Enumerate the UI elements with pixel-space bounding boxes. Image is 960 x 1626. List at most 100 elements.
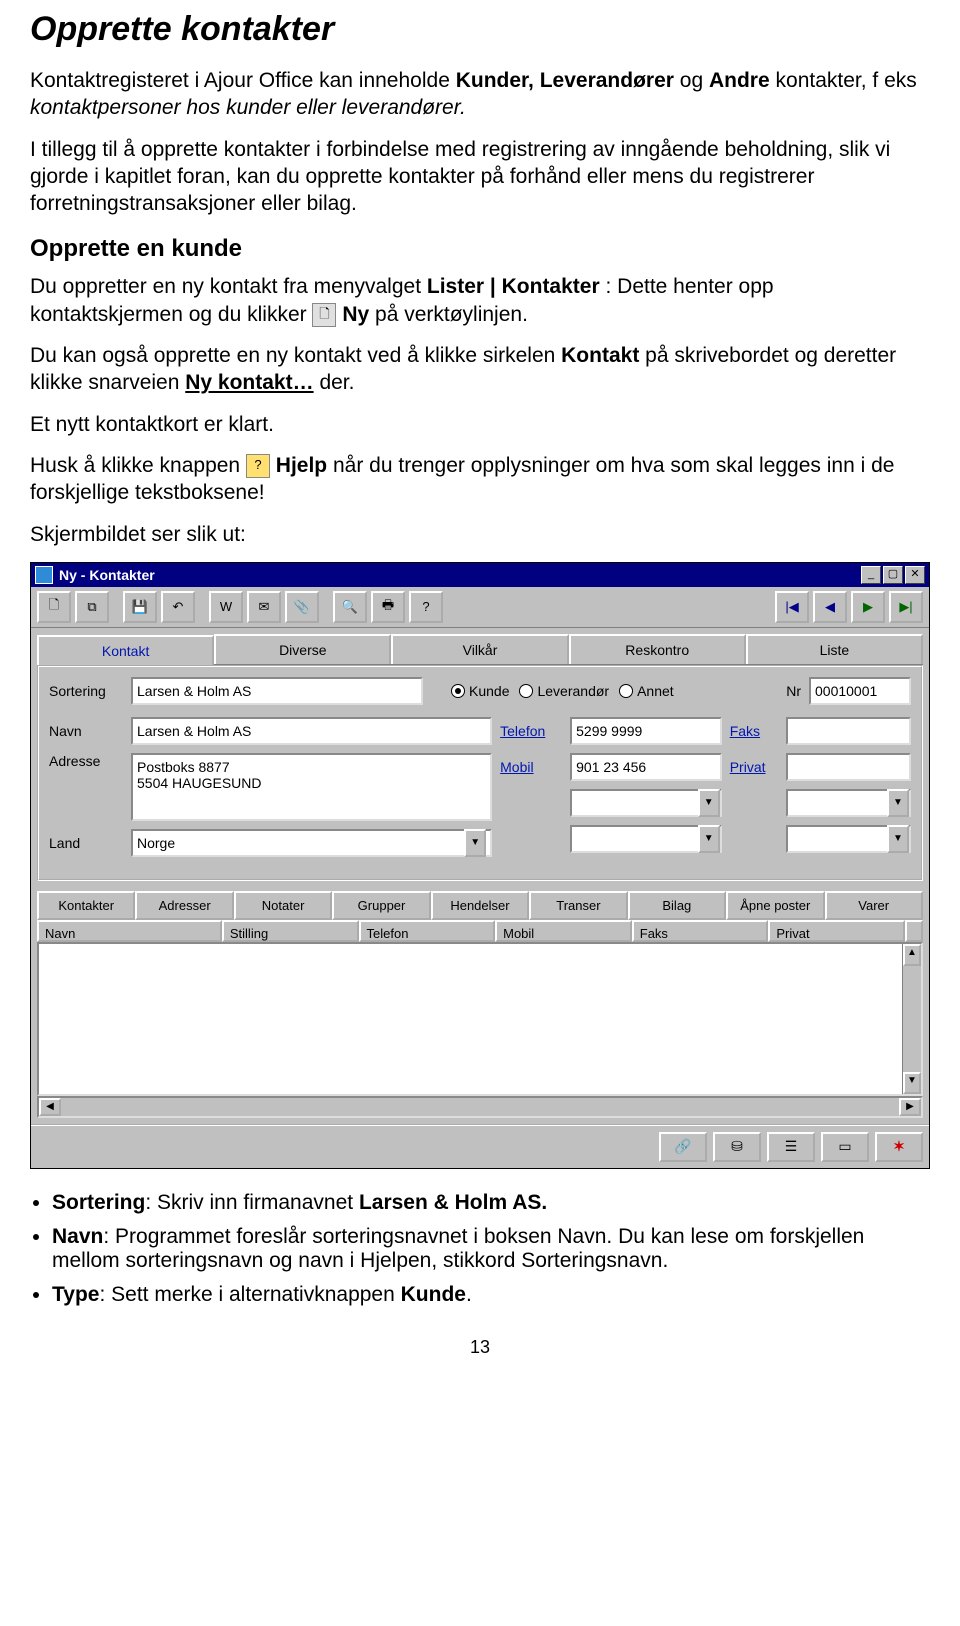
subtab-hendelser[interactable]: Hendelser [431,891,529,920]
para-5: Et nytt kontaktkort er klart. [30,411,930,438]
adresse-input[interactable]: Postboks 8877 5504 HAUGESUND [131,753,492,821]
prev-button[interactable]: ◀ [813,591,847,623]
page-number: 13 [30,1337,930,1358]
next-icon: ▶ [860,599,876,615]
tab-diverse[interactable]: Diverse [214,634,391,664]
col-mobil[interactable]: Mobil [495,920,632,942]
nr-label: Nr [786,683,801,699]
para-2: I tillegg til å opprette kontakter i for… [30,136,930,218]
faks-input[interactable] [786,717,911,745]
privat-label[interactable]: Privat [730,759,778,775]
privat-input[interactable] [786,753,911,781]
sortering-input[interactable]: Larsen & Holm AS [131,677,423,705]
col-navn[interactable]: Navn [37,920,222,942]
bottom-list-button[interactable]: ☰ [767,1132,815,1162]
dropdown-arrow-icon[interactable]: ▼ [887,789,909,817]
text-bold: Lister | Kontakter [427,275,600,298]
maximize-button[interactable]: ▢ [883,566,903,584]
copy-button[interactable]: ⧉ [75,591,109,623]
tab-kontakt[interactable]: Kontakt [37,635,214,665]
col-privat[interactable]: Privat [768,920,905,942]
subtab-grupper[interactable]: Grupper [332,891,430,920]
undo-button[interactable]: ↶ [161,591,195,623]
save-button[interactable]: 💾 [123,591,157,623]
para-3: Du oppretter en ny kontakt fra menyvalge… [30,273,930,328]
minimize-button[interactable]: _ [861,566,881,584]
faks-label[interactable]: Faks [730,723,778,739]
land-input[interactable]: Norge ▼ [131,829,492,857]
subtab-apne-poster[interactable]: Åpne poster [726,891,824,920]
bottom-card-button[interactable]: ▭ [821,1132,869,1162]
type-kunde-radio[interactable]: Kunde [451,683,509,699]
mail-button[interactable]: ✉ [247,591,281,623]
text-bold: Sortering [52,1191,145,1214]
radio-label: Leverandør [537,683,609,699]
bottom-delete-button[interactable]: ✶ [875,1132,923,1162]
text: på verktøylinjen. [375,303,528,326]
bottom-tree-button[interactable]: ⛁ [713,1132,761,1162]
radio-dot-icon [451,684,465,698]
telefon-label[interactable]: Telefon [500,723,562,739]
next-button[interactable]: ▶ [851,591,885,623]
subtab-kontakter[interactable]: Kontakter [37,891,135,920]
mobil-label[interactable]: Mobil [500,759,562,775]
last-button[interactable]: ▶| [889,591,923,623]
vertical-scrollbar[interactable]: ▲ ▼ [902,944,921,1094]
col-stilling[interactable]: Stilling [222,920,359,942]
dropdown-arrow-icon[interactable]: ▼ [887,825,909,853]
heading-opprette-en-kunde: Opprette en kunde [30,235,930,263]
scroll-left-button[interactable]: ◀ [39,1098,61,1116]
dropdown-arrow-icon[interactable]: ▼ [698,789,720,817]
radio-label: Kunde [469,683,509,699]
new-document-icon: 🗋 [312,303,336,327]
navn-input[interactable]: Larsen & Holm AS [131,717,492,745]
text: Du kan også opprette en ny kontakt ved å… [30,344,561,367]
extra-combo-2[interactable]: ▼ [570,825,722,853]
help-icon: ? [246,454,270,478]
scroll-right-button[interactable]: ▶ [899,1098,921,1116]
col-telefon[interactable]: Telefon [359,920,496,942]
text-bold: Hjelp [276,454,327,477]
extra-combo-1[interactable]: ▼ [570,789,722,817]
tab-vilkar[interactable]: Vilkår [391,634,568,664]
scroll-down-button[interactable]: ▼ [903,1072,921,1094]
new-button[interactable]: 🗋 [37,591,71,623]
type-annet-radio[interactable]: Annet [619,683,674,699]
telefon-input[interactable]: 5299 9999 [570,717,722,745]
text: kontakter, f eks [776,69,917,92]
word-button[interactable]: W [209,591,243,623]
grid-body[interactable]: ▲ ▼ [37,942,923,1096]
col-faks[interactable]: Faks [632,920,769,942]
text-bold-underline: Ny kontakt… [185,371,313,394]
scroll-up-button[interactable]: ▲ [903,944,921,966]
sortering-label: Sortering [49,683,123,699]
horizontal-scrollbar[interactable]: ◀ ▶ [37,1096,923,1118]
bottom-toolbar: 🔗 ⛁ ☰ ▭ ✶ [31,1124,929,1168]
nr-input[interactable]: 00010001 [809,677,911,705]
extra-combo-3[interactable]: ▼ [786,789,911,817]
print-button[interactable]: 🖶 [371,591,405,623]
extra-combo-4[interactable]: ▼ [786,825,911,853]
dropdown-arrow-icon[interactable]: ▼ [464,829,486,857]
bullet-sortering: Sortering: Skriv inn firmanavnet Larsen … [52,1191,930,1215]
close-button[interactable]: ✕ [905,566,925,584]
attach-button[interactable]: 📎 [285,591,319,623]
land-label: Land [49,835,123,851]
subtab-adresser[interactable]: Adresser [135,891,233,920]
help-button[interactable]: ? [409,591,443,623]
subtab-transer[interactable]: Transer [529,891,627,920]
mobil-input[interactable]: 901 23 456 [570,753,722,781]
bottom-link-button[interactable]: 🔗 [659,1132,707,1162]
subtab-bilag[interactable]: Bilag [628,891,726,920]
subtab-notater[interactable]: Notater [234,891,332,920]
first-button[interactable]: |◀ [775,591,809,623]
para-7: Skjermbildet ser slik ut: [30,521,930,548]
dropdown-arrow-icon[interactable]: ▼ [698,825,720,853]
tab-liste[interactable]: Liste [746,634,923,664]
adresse-label: Adresse [49,753,123,769]
mail-icon: ✉ [256,599,272,615]
print-preview-button[interactable]: 🔍 [333,591,367,623]
tab-reskontro[interactable]: Reskontro [569,634,746,664]
type-leverandor-radio[interactable]: Leverandør [519,683,609,699]
subtab-varer[interactable]: Varer [825,891,923,920]
